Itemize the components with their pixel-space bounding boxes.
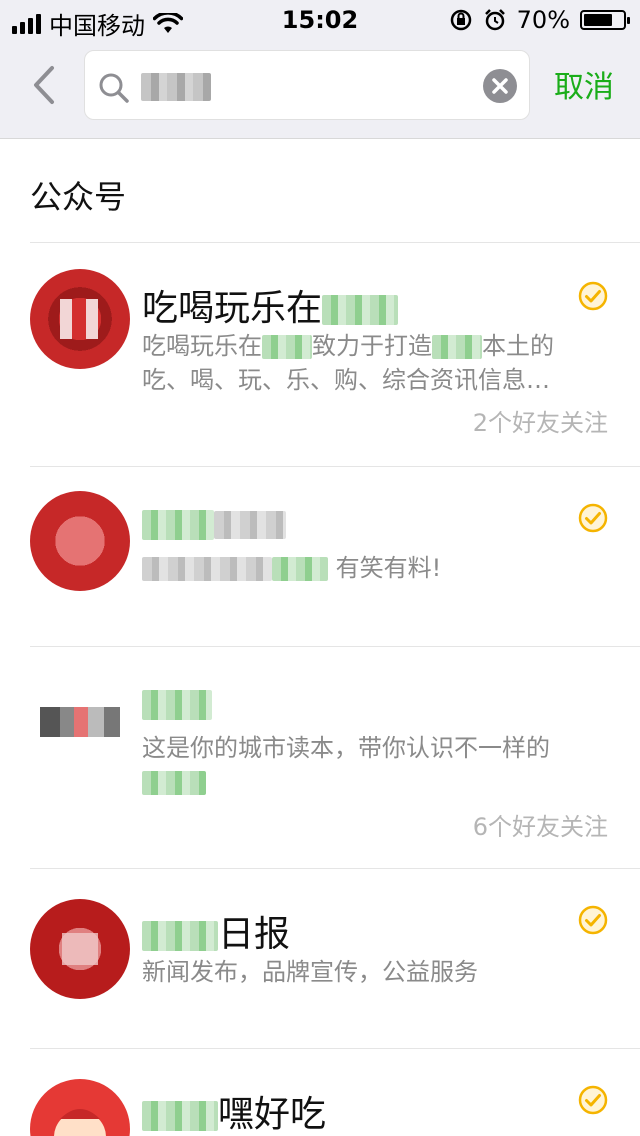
redacted-text — [262, 335, 312, 359]
result-title-suffix: 嘿好吃 — [218, 1094, 327, 1135]
avatar — [30, 899, 130, 999]
result-description: 有笑有料! — [142, 551, 598, 585]
back-button[interactable] — [26, 62, 60, 108]
redacted-text — [272, 557, 328, 581]
result-title-suffix: 日报 — [218, 914, 291, 955]
status-bar-right: 70% — [449, 6, 630, 34]
cancel-button[interactable]: 取消 — [554, 62, 614, 106]
result-title-prefix: 吃喝玩乐在 — [142, 288, 323, 329]
verified-check-icon — [578, 281, 608, 311]
redacted-text — [142, 1101, 218, 1131]
desc-part: 致力于打造 — [312, 332, 432, 360]
verified-check-icon — [578, 905, 608, 935]
result-title — [142, 683, 212, 724]
redacted-text — [142, 771, 206, 795]
verified-check-icon — [578, 1085, 608, 1115]
search-bar[interactable] — [84, 50, 530, 120]
desc-part: 这是你的城市读本，带你认识不一样的 — [142, 734, 550, 762]
result-title: 嘿好吃 — [142, 1085, 326, 1136]
result-title — [142, 503, 286, 544]
redacted-text — [142, 690, 212, 720]
redacted-text — [142, 921, 218, 951]
avatar — [30, 269, 130, 369]
desc-part: 吃、喝、玩、乐、购、综合资讯信息… — [142, 366, 550, 394]
clear-search-button[interactable] — [483, 69, 517, 103]
result-item-4[interactable]: 日报 新闻发布，品牌宣传，公益服务 — [0, 869, 640, 1049]
battery-percent: 70% — [516, 6, 570, 34]
friends-following: 2个好友关注 — [472, 409, 608, 437]
result-item-5[interactable]: 嘿好吃 — [0, 1049, 640, 1136]
section-title: 公众号 — [30, 178, 127, 216]
result-title: 吃喝玩乐在 — [142, 279, 399, 331]
chevron-left-icon — [34, 66, 54, 104]
result-item-3[interactable]: 这是你的城市读本，带你认识不一样的 6个好友关注 — [0, 647, 640, 869]
desc-part: 吃喝玩乐在 — [142, 332, 262, 360]
result-description: 吃喝玩乐在 致力于打造 本土的 吃、喝、玩、乐、购、综合资讯信息… — [142, 329, 598, 397]
result-description: 这是你的城市读本，带你认识不一样的 — [142, 731, 598, 799]
alarm-icon — [484, 9, 505, 31]
clear-icon — [492, 78, 508, 94]
avatar — [30, 1079, 130, 1136]
desc-part: 本土的 — [482, 332, 554, 360]
result-description: 新闻发布，品牌宣传，公益服务 — [142, 958, 478, 986]
redacted-text — [432, 335, 482, 359]
redacted-text — [142, 557, 272, 581]
desc-part: 有笑有料! — [335, 554, 442, 582]
result-item-2[interactable]: 有笑有料! — [0, 467, 640, 647]
redacted-text — [322, 295, 399, 325]
search-icon — [99, 73, 129, 103]
search-header: 取消 — [0, 40, 640, 139]
verified-check-icon — [578, 503, 608, 533]
battery-icon — [580, 10, 630, 30]
rotation-lock-icon — [450, 9, 471, 31]
status-bar: 中国移动 15:02 70% — [0, 0, 640, 40]
result-title: 日报 — [142, 905, 290, 957]
result-item-1[interactable]: 吃喝玩乐在 吃喝玩乐在 致力于打造 本土的 吃、喝、玩、乐、购、综合资讯信息… 2个… — [0, 243, 640, 467]
redacted-text — [142, 510, 214, 540]
avatar — [30, 491, 130, 591]
avatar — [30, 673, 130, 773]
redacted-text — [214, 511, 286, 539]
search-input[interactable] — [141, 65, 475, 107]
friends-following: 6个好友关注 — [472, 813, 608, 841]
